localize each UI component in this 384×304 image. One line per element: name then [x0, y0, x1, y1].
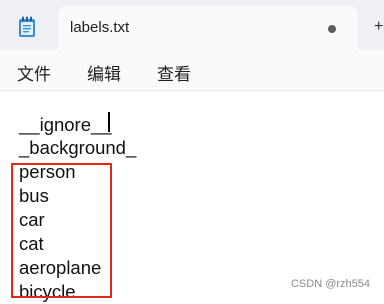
text-caret [108, 112, 110, 132]
menu-file[interactable]: 文件 [17, 60, 51, 85]
menu-view[interactable]: 查看 [157, 60, 191, 85]
title-bar: labels.txt + [0, 0, 384, 50]
red-highlight-box [11, 163, 112, 298]
watermark-text: CSDN @rzh554 [290, 278, 370, 290]
new-tab-button[interactable]: + [374, 18, 383, 36]
menu-bar: 文件 编辑 查看 [0, 50, 384, 91]
unsaved-dot-icon[interactable] [328, 25, 336, 33]
editor-line: __ignore__ [19, 114, 112, 135]
tab-title: labels.txt [70, 19, 130, 36]
editor-line: _background_ [19, 137, 137, 158]
menu-edit[interactable]: 编辑 [87, 60, 121, 85]
tab-labels-txt[interactable]: labels.txt [58, 6, 358, 50]
notepad-icon [19, 16, 35, 37]
